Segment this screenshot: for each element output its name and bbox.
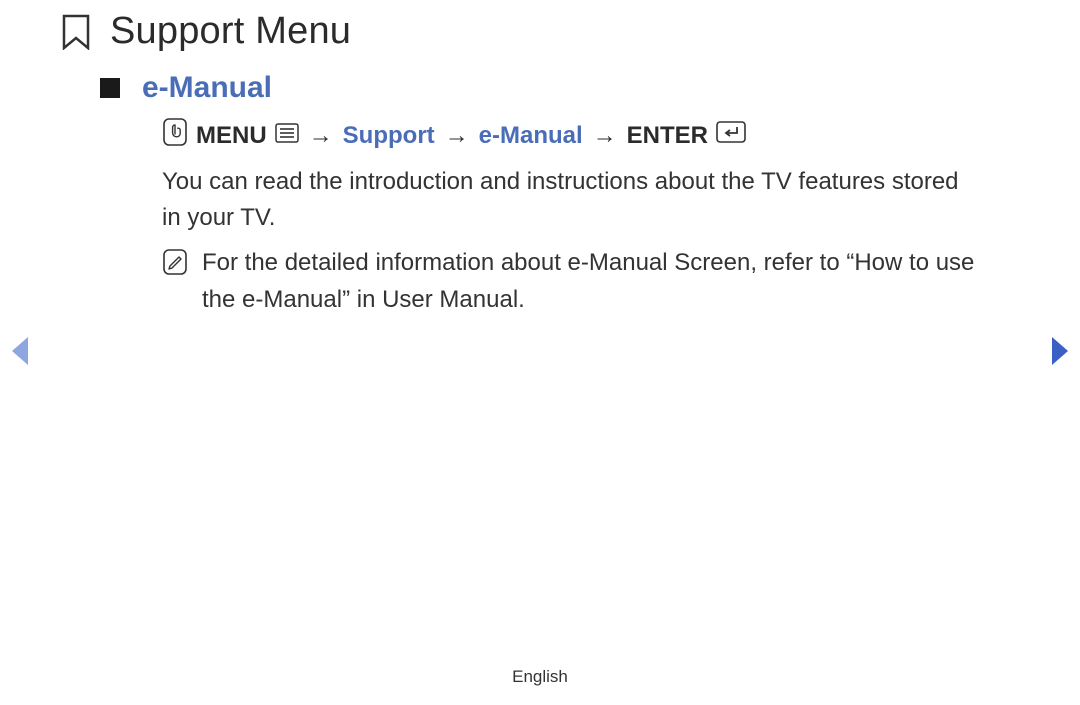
note-text: For the detailed information about e-Man… (202, 244, 980, 318)
nav-prev-button[interactable] (8, 335, 32, 372)
section-heading: e-Manual (142, 71, 272, 105)
page-title: Support Menu (110, 10, 351, 53)
menu-label: MENU (196, 122, 267, 150)
body-paragraph: You can read the introduction and instru… (162, 164, 970, 236)
path-support: Support (343, 122, 435, 150)
note-row: For the detailed information about e-Man… (162, 244, 980, 318)
arrow-3: → (591, 122, 619, 150)
title-row: Support Menu (60, 10, 1010, 53)
enter-label: ENTER (627, 122, 708, 150)
nav-next-button[interactable] (1048, 335, 1072, 372)
navigation-path: MENU → Support → e-Manual → ENTER (162, 117, 1010, 154)
footer-language: English (0, 667, 1080, 687)
note-pencil-icon (162, 248, 188, 287)
section-row: e-Manual (100, 71, 1010, 105)
arrow-1: → (307, 122, 335, 150)
remote-hand-icon (162, 117, 188, 154)
bookmark-icon (60, 14, 92, 50)
menu-bars-icon (275, 122, 299, 150)
enter-icon (716, 121, 746, 150)
arrow-2: → (443, 122, 471, 150)
path-emanual: e-Manual (479, 122, 583, 150)
square-bullet-icon (100, 78, 120, 98)
